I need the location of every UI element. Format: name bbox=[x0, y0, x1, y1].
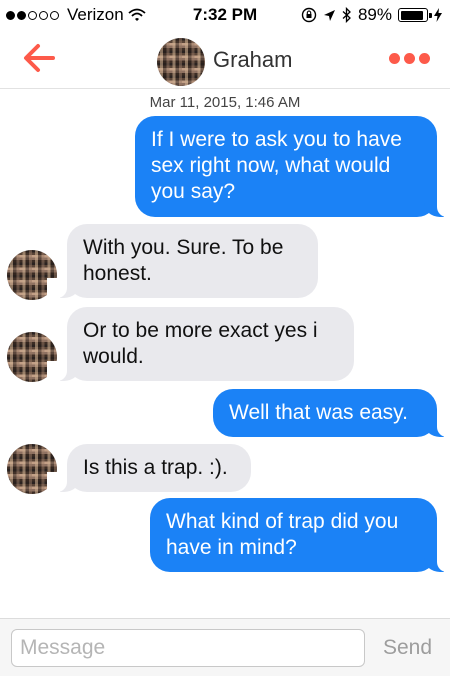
battery-percent: 89% bbox=[357, 5, 392, 24]
message-bubble-outgoing[interactable]: What kind of trap did you have in mind? bbox=[150, 498, 450, 572]
message-bubble-outgoing[interactable]: Well that was easy. bbox=[213, 389, 450, 437]
location-icon bbox=[323, 9, 335, 21]
message-input[interactable] bbox=[11, 629, 365, 667]
status-bar: Verizon 7:32 PM 89% bbox=[0, 0, 450, 30]
send-button[interactable]: Send bbox=[383, 636, 432, 660]
message-bubble-incoming[interactable]: Or to be more exact yes i would. bbox=[47, 307, 354, 381]
chat-header: Graham bbox=[0, 30, 450, 89]
conversation-timestamp: Mar 11, 2015, 1:46 AM bbox=[149, 94, 301, 111]
rotation-lock-icon bbox=[301, 7, 317, 23]
message-text: Well that was easy. bbox=[229, 401, 408, 424]
message-composer: Send bbox=[0, 618, 450, 676]
contact-name[interactable]: Graham bbox=[213, 47, 292, 73]
contact-avatar[interactable] bbox=[157, 38, 205, 86]
bluetooth-icon bbox=[342, 7, 351, 23]
message-bubble-incoming[interactable]: Is this a trap. :). bbox=[47, 444, 251, 492]
message-text: With you. Sure. To be honest. bbox=[83, 236, 284, 285]
message-text: Is this a trap. :). bbox=[83, 456, 228, 479]
more-options-icon[interactable] bbox=[389, 53, 430, 64]
back-arrow-icon[interactable] bbox=[22, 42, 56, 74]
status-right: 89% bbox=[301, 5, 442, 25]
message-bubble-outgoing[interactable]: If I were to ask you to have sex right n… bbox=[135, 116, 450, 217]
message-bubble-incoming[interactable]: With you. Sure. To be honest. bbox=[47, 224, 318, 298]
message-text: If I were to ask you to have sex right n… bbox=[151, 128, 402, 203]
battery-icon bbox=[398, 8, 432, 22]
message-text: What kind of trap did you have in mind? bbox=[166, 510, 399, 559]
charging-icon bbox=[434, 8, 442, 22]
message-text: Or to be more exact yes i would. bbox=[83, 319, 318, 368]
